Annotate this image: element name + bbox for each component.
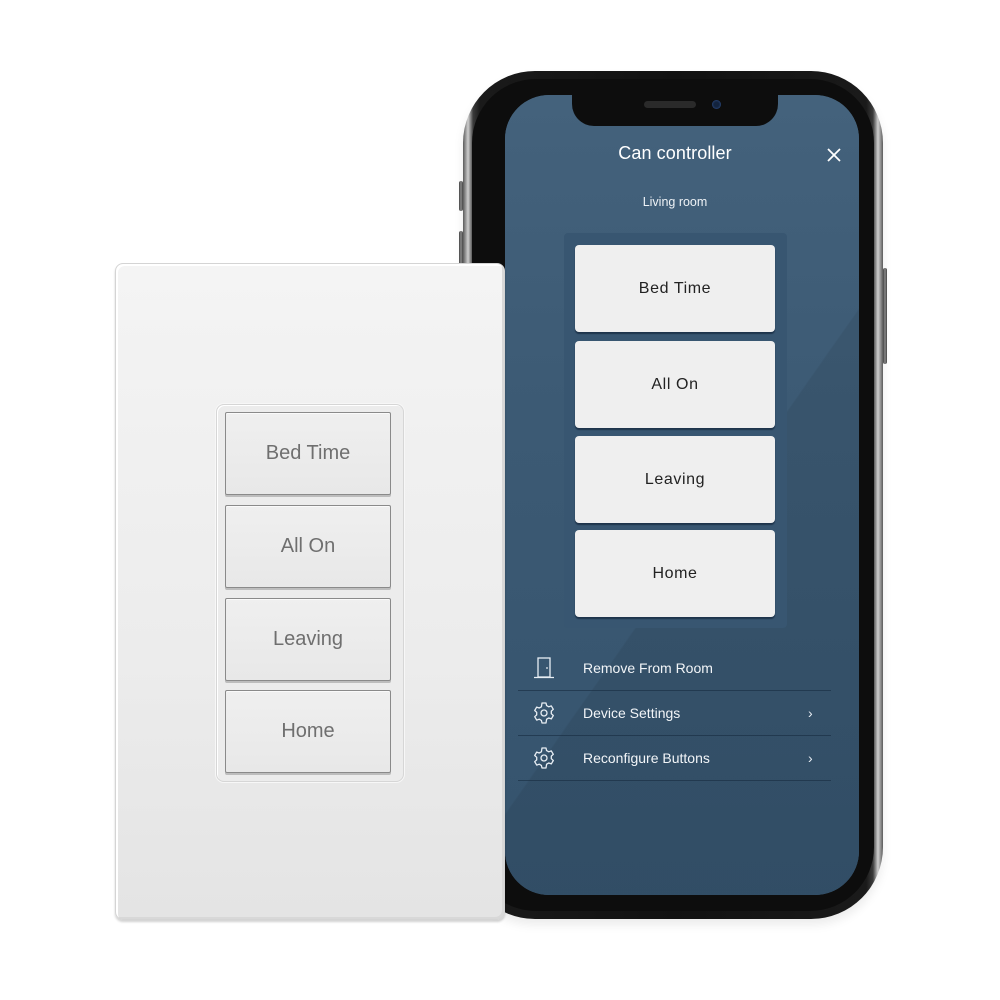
close-button[interactable] bbox=[824, 145, 844, 165]
front-camera bbox=[712, 100, 721, 109]
phone-mute-switch bbox=[459, 181, 463, 211]
menu-label: Device Settings bbox=[583, 705, 681, 721]
menu-item-remove-from-room[interactable]: Remove From Room bbox=[518, 646, 831, 691]
door-icon bbox=[534, 657, 554, 679]
menu-label: Remove From Room bbox=[583, 660, 713, 676]
close-icon bbox=[827, 148, 841, 162]
keypad-key-leaving[interactable]: Leaving bbox=[225, 598, 391, 681]
scene-button-bed-time[interactable]: Bed Time bbox=[575, 245, 775, 332]
phone-power-button bbox=[883, 268, 887, 364]
keypad-key-bed-time[interactable]: Bed Time bbox=[225, 412, 391, 495]
menu-label: Reconfigure Buttons bbox=[583, 750, 710, 766]
chevron-right-icon: › bbox=[808, 750, 813, 766]
keypad-key-all-on[interactable]: All On bbox=[225, 505, 391, 588]
page-title: Can controller bbox=[618, 143, 732, 163]
scene-button-home[interactable]: Home bbox=[575, 530, 775, 617]
room-label: Living room bbox=[642, 195, 708, 209]
keypad-key-home[interactable]: Home bbox=[225, 690, 391, 773]
chevron-right-icon: › bbox=[808, 705, 813, 721]
earpiece-speaker bbox=[644, 101, 696, 108]
menu-item-reconfigure-buttons[interactable]: Reconfigure Buttons › bbox=[518, 736, 831, 781]
phone-notch bbox=[572, 92, 778, 126]
scene-button-all-on[interactable]: All On bbox=[575, 341, 775, 428]
scene-button-leaving[interactable]: Leaving bbox=[575, 436, 775, 523]
menu-item-device-settings[interactable]: Device Settings › bbox=[518, 691, 831, 736]
gear-icon bbox=[534, 747, 554, 769]
gear-icon bbox=[534, 702, 554, 724]
